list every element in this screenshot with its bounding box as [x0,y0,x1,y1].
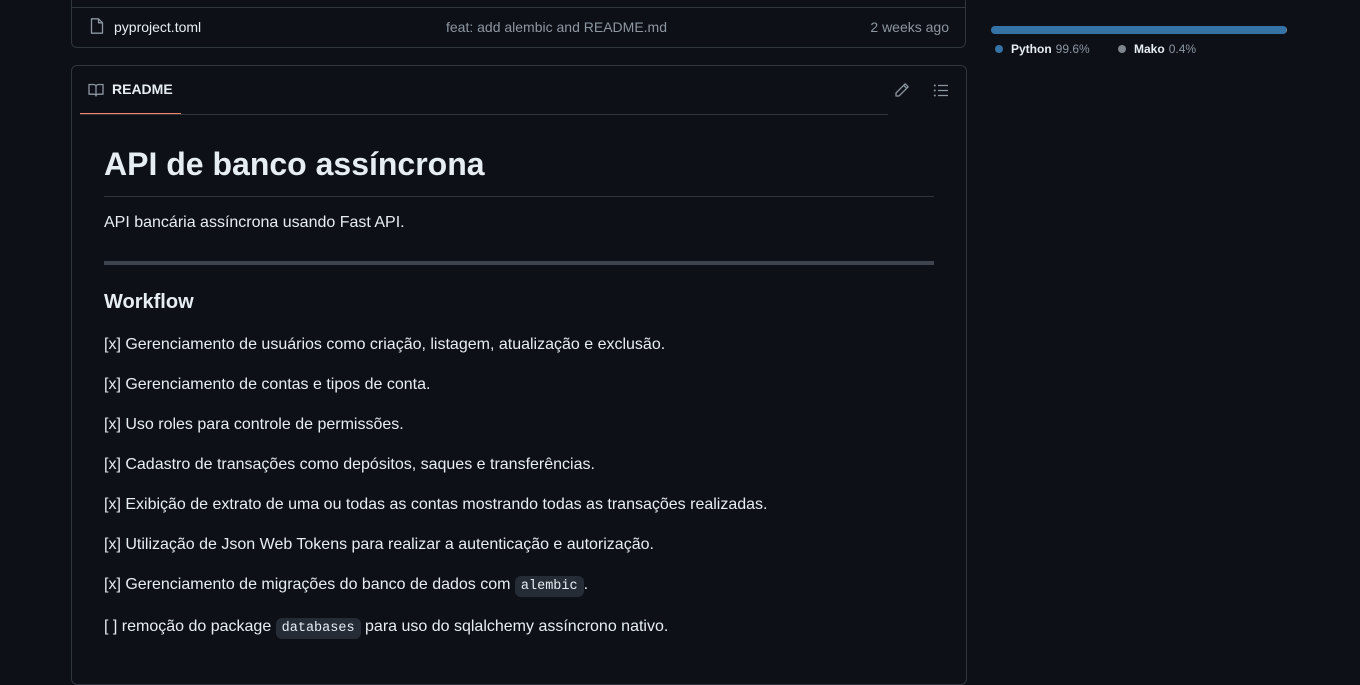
workflow-item-text: [x] Gerenciamento de migrações do banco … [104,576,515,593]
readme-intro: API bancária assíncrona usando Fast API. [104,214,405,231]
readme-panel: README API de banco assíncrona API bancá… [71,65,967,685]
language-bar-mako [1285,26,1287,34]
tab-readme[interactable]: README [80,66,181,115]
readme-title: API de banco assíncrona [104,136,934,197]
readme-tab-label: README [112,81,173,97]
inline-code-databases: databases [275,618,361,639]
workflow-item: [x] Cadastro de transações como depósito… [104,456,595,473]
workflow-item-text: . [583,576,589,593]
workflow-item: [x] Utilização de Json Web Tokens para r… [104,536,654,553]
language-bar-python [991,26,1286,34]
file-row[interactable]: pyproject.toml feat: add alembic and REA… [72,8,965,46]
mako-color-dot [1118,44,1126,53]
language-bar [991,26,1287,34]
workflow-item-alembic: [x] Gerenciamento de migrações do banco … [104,573,934,599]
commit-message-link[interactable]: feat: add alembic and README.md [446,19,667,35]
workflow-item: [x] Exibição de extrato de uma ou todas … [104,496,768,513]
workflow-item-databases: [ ] remoção do package databases para us… [104,615,934,641]
workflow-item-text: para uso do sqlalchemy assíncrono nativo… [360,618,669,635]
workflow-item-text: [ ] remoção do package [104,618,276,635]
language-name: Python [1011,42,1052,56]
file-name-link[interactable]: pyproject.toml [114,19,201,35]
horizontal-rule [104,261,934,265]
language-percent: 99.6% [1055,42,1090,56]
workflow-item: [x] Gerenciamento de contas e tipos de c… [104,376,431,393]
workflow-heading: Workflow [104,291,194,313]
book-icon [88,83,104,97]
file-icon [90,18,104,34]
readme-content: API de banco assíncrona API bancária ass… [104,136,934,641]
commit-date: 2 weeks ago [870,19,949,35]
pencil-icon[interactable] [894,82,910,98]
inline-code-alembic: alembic [514,576,584,597]
outline-list-icon[interactable] [933,83,949,99]
language-percent: 0.4% [1168,42,1197,56]
python-color-dot [995,44,1003,53]
language-name: Mako [1134,42,1165,56]
workflow-item: [x] Gerenciamento de usuários como criaç… [104,336,666,353]
readme-header: README [72,66,966,115]
language-item-mako[interactable]: Mako 0.4% [1118,42,1196,56]
readme-header-divider [80,114,888,115]
language-item-python[interactable]: Python 99.6% [995,42,1090,56]
workflow-item: [x] Uso roles para controle de permissõe… [104,416,404,433]
file-list: pyproject.toml feat: add alembic and REA… [71,0,966,48]
